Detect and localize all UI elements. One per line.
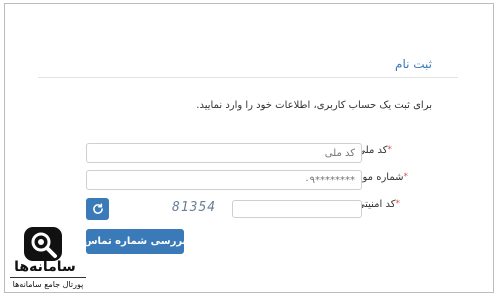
required-mark: * (387, 145, 393, 155)
security-code-label-text: کد امنیتی (356, 199, 396, 210)
watermark-name: سامانه‌ها (14, 259, 76, 275)
check-phone-button[interactable]: بررسی شماره تماس (84, 229, 186, 254)
required-mark: * (403, 172, 409, 182)
watermark-tagline: پورتال جامع سامانه‌ها (12, 280, 84, 289)
captcha-image: 81354 (172, 200, 217, 215)
watermark-divider (10, 277, 86, 278)
refresh-icon (92, 203, 103, 214)
security-code-label: *کد امنیتی (357, 199, 400, 210)
required-mark: * (395, 199, 401, 209)
form-description: برای ثبت یک حساب کاربری، اطلاعات خود را … (196, 100, 432, 111)
mobile-input[interactable] (86, 170, 362, 190)
refresh-captcha-button[interactable] (86, 198, 109, 220)
title-divider (38, 77, 458, 78)
page-title: ثبت نام (395, 57, 432, 71)
national-code-label: *کد ملی (357, 145, 392, 156)
security-code-input[interactable] (232, 200, 362, 218)
national-code-input[interactable] (86, 143, 362, 163)
